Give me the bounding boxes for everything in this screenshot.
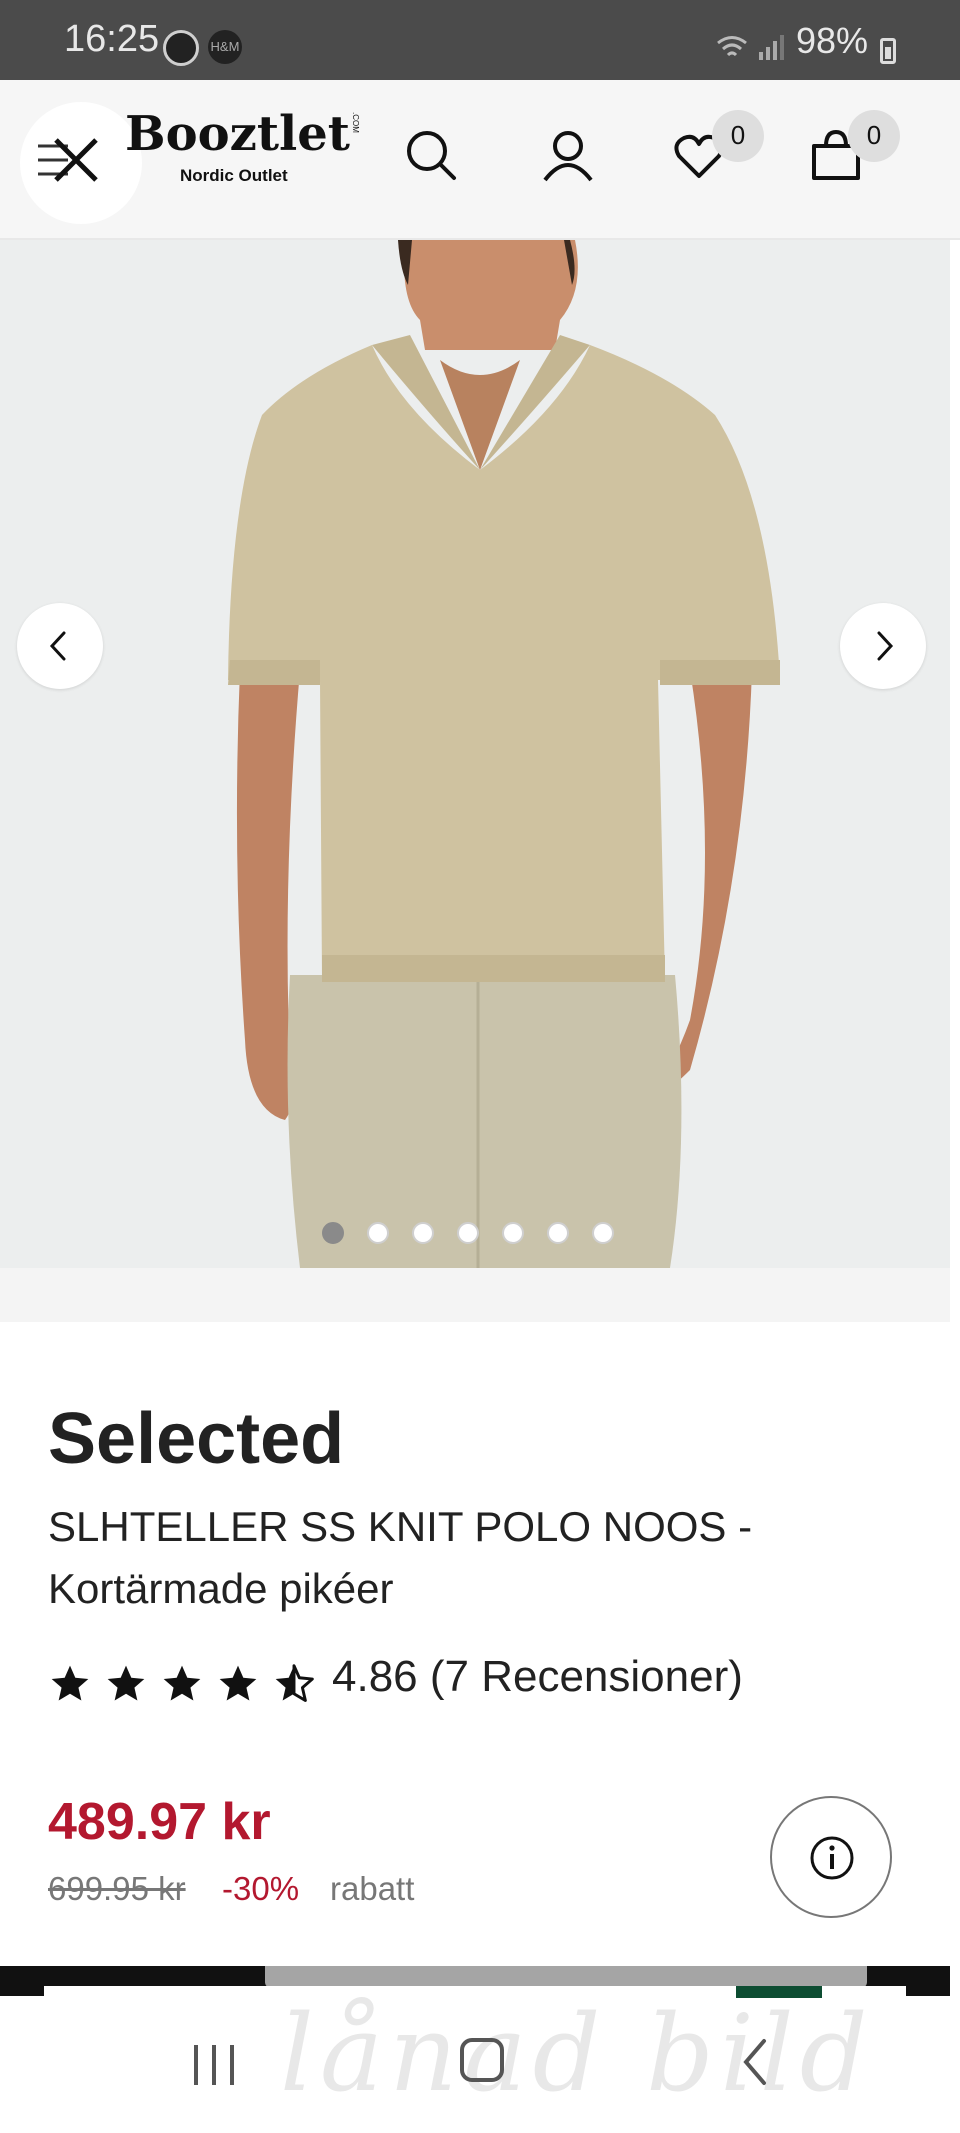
logo-com: .COM xyxy=(351,112,360,133)
battery-icon xyxy=(880,38,896,64)
gallery-dot[interactable] xyxy=(502,1222,524,1244)
close-icon xyxy=(38,138,98,182)
gallery-dot[interactable] xyxy=(592,1222,614,1244)
star-full-icon xyxy=(163,1665,201,1701)
star-full-icon xyxy=(107,1665,145,1701)
chevron-left-icon xyxy=(49,631,66,661)
cart-count-badge: 0 xyxy=(848,110,900,162)
battery-percent: 98% xyxy=(796,20,869,61)
recent-apps-icon[interactable] xyxy=(190,2043,238,2087)
current-price: 489.97 kr xyxy=(48,1793,271,1851)
size-selector-bar[interactable] xyxy=(265,1966,867,1988)
rating-text: 4.86 (7 Recensioner) xyxy=(332,1652,743,1701)
gallery-dot[interactable] xyxy=(322,1222,344,1244)
product-photo xyxy=(228,240,780,1268)
account-icon[interactable] xyxy=(540,128,596,184)
search-icon[interactable] xyxy=(404,128,460,184)
logo-subtitle: Nordic Outlet xyxy=(180,166,288,185)
status-bar: 16:25 H&M 98% xyxy=(0,0,960,80)
discount-percent: -30% xyxy=(222,1870,300,1907)
product-name: SLHTELLER SS KNIT POLO NOOS - Kortärmade… xyxy=(48,1503,753,1612)
info-icon xyxy=(810,1836,854,1880)
gallery-footer-strip xyxy=(0,1268,950,1322)
status-time: 16:25 xyxy=(64,18,160,60)
gallery-dot[interactable] xyxy=(547,1222,569,1244)
home-icon[interactable] xyxy=(460,2038,504,2082)
signal-icon xyxy=(759,35,784,60)
product-image-gallery[interactable] xyxy=(0,240,950,1268)
viber-icon xyxy=(163,30,199,66)
system-navigation-bar: lånad bild xyxy=(0,1992,960,2133)
price-info-button[interactable] xyxy=(770,1796,892,1918)
gallery-dot[interactable] xyxy=(457,1222,479,1244)
hm-icon: H&M xyxy=(208,30,242,64)
close-menu-button[interactable] xyxy=(20,102,142,224)
chevron-right-icon xyxy=(877,631,894,661)
back-icon[interactable] xyxy=(740,2038,770,2086)
previous-image-button[interactable] xyxy=(17,603,103,689)
watermark: lånad bild xyxy=(280,1992,874,2115)
gallery-dot[interactable] xyxy=(412,1222,434,1244)
logo-text: Booztlet xyxy=(125,106,350,162)
star-half-icon xyxy=(275,1664,314,1702)
original-price: 699.95 kr xyxy=(48,1870,186,1907)
star-full-icon xyxy=(51,1665,89,1701)
gallery-dot[interactable] xyxy=(367,1222,389,1244)
booztlet-logo[interactable]: Booztlet .COM Nordic Outlet xyxy=(125,106,360,185)
site-header: Booztlet .COM Nordic Outlet 0 0 xyxy=(0,80,960,240)
wishlist-count-badge: 0 xyxy=(712,110,764,162)
product-brand[interactable]: Selected xyxy=(48,1398,344,1480)
star-full-icon xyxy=(219,1665,257,1701)
discount-label: rabatt xyxy=(330,1870,415,1907)
wifi-icon xyxy=(717,36,747,57)
next-image-button[interactable] xyxy=(840,603,926,689)
